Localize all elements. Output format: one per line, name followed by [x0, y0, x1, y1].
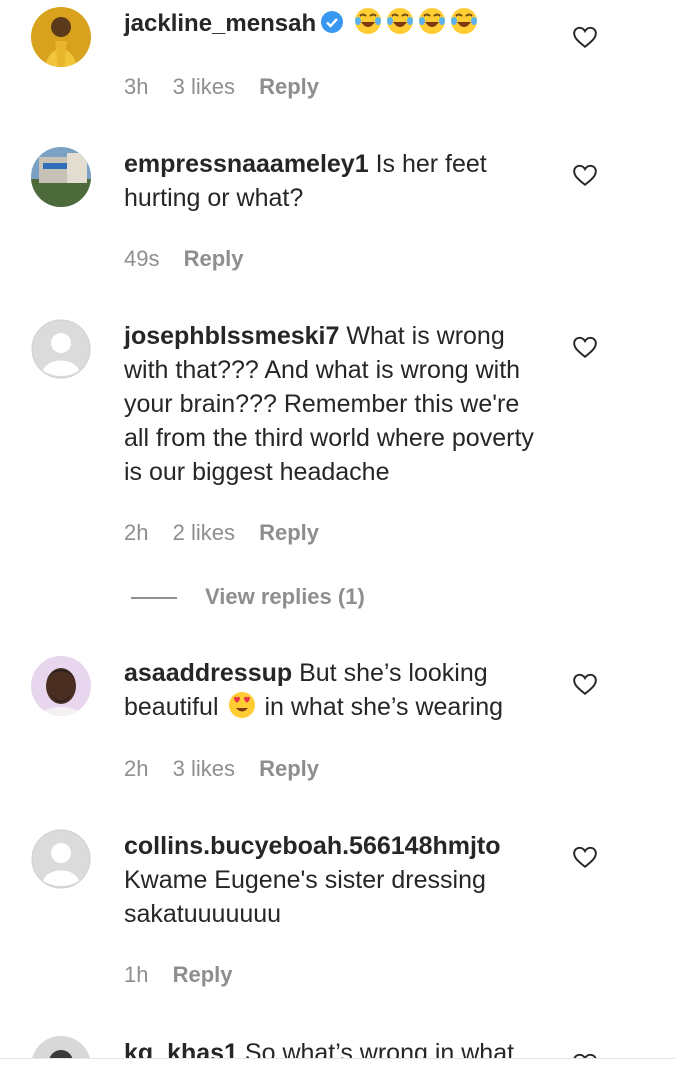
heart-outline-icon[interactable]: [572, 1051, 598, 1058]
comment-username[interactable]: kg_khas1: [124, 1039, 238, 1058]
comment-text: So what’s wrong in what: [244, 1039, 515, 1058]
bottom-divider: [0, 1058, 675, 1059]
comment-body: kg_khas1 So what’s wrong in what: [124, 1036, 549, 1058]
avatar[interactable]: [31, 1036, 91, 1058]
comment-item: kg_khas1 So what’s wrong in what: [0, 0, 675, 1058]
